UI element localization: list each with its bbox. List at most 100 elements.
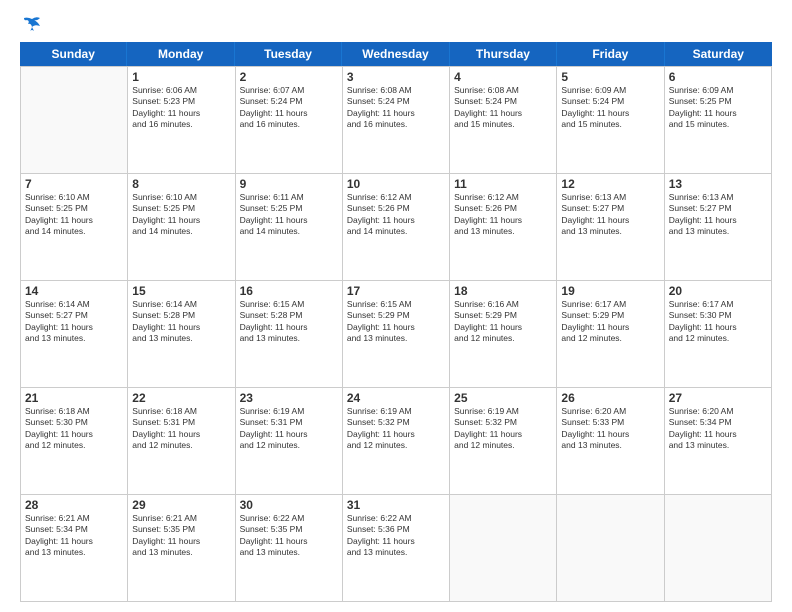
day-info: Sunrise: 6:10 AM Sunset: 5:25 PM Dayligh… [25, 192, 123, 238]
calendar-cell: 30Sunrise: 6:22 AM Sunset: 5:35 PM Dayli… [236, 495, 343, 602]
day-number: 1 [132, 70, 230, 84]
calendar-cell: 21Sunrise: 6:18 AM Sunset: 5:30 PM Dayli… [21, 388, 128, 495]
calendar-row: 1Sunrise: 6:06 AM Sunset: 5:23 PM Daylig… [21, 67, 772, 174]
calendar-cell: 20Sunrise: 6:17 AM Sunset: 5:30 PM Dayli… [665, 281, 772, 388]
day-number: 4 [454, 70, 552, 84]
calendar-cell: 15Sunrise: 6:14 AM Sunset: 5:28 PM Dayli… [128, 281, 235, 388]
day-number: 9 [240, 177, 338, 191]
day-info: Sunrise: 6:07 AM Sunset: 5:24 PM Dayligh… [240, 85, 338, 131]
calendar-row: 7Sunrise: 6:10 AM Sunset: 5:25 PM Daylig… [21, 174, 772, 281]
day-number: 17 [347, 284, 445, 298]
calendar-cell: 7Sunrise: 6:10 AM Sunset: 5:25 PM Daylig… [21, 174, 128, 281]
day-number: 15 [132, 284, 230, 298]
day-info: Sunrise: 6:09 AM Sunset: 5:24 PM Dayligh… [561, 85, 659, 131]
day-info: Sunrise: 6:09 AM Sunset: 5:25 PM Dayligh… [669, 85, 767, 131]
day-info: Sunrise: 6:13 AM Sunset: 5:27 PM Dayligh… [561, 192, 659, 238]
day-info: Sunrise: 6:15 AM Sunset: 5:29 PM Dayligh… [347, 299, 445, 345]
header [20, 16, 772, 32]
day-info: Sunrise: 6:10 AM Sunset: 5:25 PM Dayligh… [132, 192, 230, 238]
calendar-cell: 1Sunrise: 6:06 AM Sunset: 5:23 PM Daylig… [128, 67, 235, 174]
day-info: Sunrise: 6:16 AM Sunset: 5:29 PM Dayligh… [454, 299, 552, 345]
logo [20, 16, 42, 32]
day-info: Sunrise: 6:11 AM Sunset: 5:25 PM Dayligh… [240, 192, 338, 238]
day-info: Sunrise: 6:22 AM Sunset: 5:35 PM Dayligh… [240, 513, 338, 559]
page: SundayMondayTuesdayWednesdayThursdayFrid… [0, 0, 792, 612]
calendar-header: SundayMondayTuesdayWednesdayThursdayFrid… [20, 42, 772, 66]
day-info: Sunrise: 6:15 AM Sunset: 5:28 PM Dayligh… [240, 299, 338, 345]
calendar-cell: 14Sunrise: 6:14 AM Sunset: 5:27 PM Dayli… [21, 281, 128, 388]
day-number: 13 [669, 177, 767, 191]
calendar-header-cell: Friday [557, 42, 664, 66]
calendar-cell [450, 495, 557, 602]
day-info: Sunrise: 6:17 AM Sunset: 5:30 PM Dayligh… [669, 299, 767, 345]
calendar-row: 14Sunrise: 6:14 AM Sunset: 5:27 PM Dayli… [21, 281, 772, 388]
day-info: Sunrise: 6:14 AM Sunset: 5:28 PM Dayligh… [132, 299, 230, 345]
day-number: 27 [669, 391, 767, 405]
calendar-row: 28Sunrise: 6:21 AM Sunset: 5:34 PM Dayli… [21, 495, 772, 602]
calendar-cell: 22Sunrise: 6:18 AM Sunset: 5:31 PM Dayli… [128, 388, 235, 495]
day-number: 18 [454, 284, 552, 298]
day-number: 16 [240, 284, 338, 298]
calendar-cell: 25Sunrise: 6:19 AM Sunset: 5:32 PM Dayli… [450, 388, 557, 495]
calendar-cell: 6Sunrise: 6:09 AM Sunset: 5:25 PM Daylig… [665, 67, 772, 174]
calendar-cell: 27Sunrise: 6:20 AM Sunset: 5:34 PM Dayli… [665, 388, 772, 495]
calendar-header-cell: Monday [127, 42, 234, 66]
calendar-header-cell: Tuesday [235, 42, 342, 66]
day-number: 26 [561, 391, 659, 405]
day-info: Sunrise: 6:22 AM Sunset: 5:36 PM Dayligh… [347, 513, 445, 559]
calendar-cell: 3Sunrise: 6:08 AM Sunset: 5:24 PM Daylig… [343, 67, 450, 174]
day-number: 19 [561, 284, 659, 298]
calendar-cell: 17Sunrise: 6:15 AM Sunset: 5:29 PM Dayli… [343, 281, 450, 388]
day-number: 12 [561, 177, 659, 191]
calendar-header-cell: Saturday [665, 42, 772, 66]
calendar-cell: 23Sunrise: 6:19 AM Sunset: 5:31 PM Dayli… [236, 388, 343, 495]
day-number: 10 [347, 177, 445, 191]
calendar-row: 21Sunrise: 6:18 AM Sunset: 5:30 PM Dayli… [21, 388, 772, 495]
day-info: Sunrise: 6:18 AM Sunset: 5:31 PM Dayligh… [132, 406, 230, 452]
logo-bird-icon [22, 16, 42, 32]
day-info: Sunrise: 6:20 AM Sunset: 5:33 PM Dayligh… [561, 406, 659, 452]
day-info: Sunrise: 6:13 AM Sunset: 5:27 PM Dayligh… [669, 192, 767, 238]
day-info: Sunrise: 6:12 AM Sunset: 5:26 PM Dayligh… [347, 192, 445, 238]
calendar-cell: 31Sunrise: 6:22 AM Sunset: 5:36 PM Dayli… [343, 495, 450, 602]
calendar-cell: 11Sunrise: 6:12 AM Sunset: 5:26 PM Dayli… [450, 174, 557, 281]
calendar-cell: 13Sunrise: 6:13 AM Sunset: 5:27 PM Dayli… [665, 174, 772, 281]
calendar-cell: 10Sunrise: 6:12 AM Sunset: 5:26 PM Dayli… [343, 174, 450, 281]
day-number: 25 [454, 391, 552, 405]
day-info: Sunrise: 6:18 AM Sunset: 5:30 PM Dayligh… [25, 406, 123, 452]
calendar-header-cell: Thursday [450, 42, 557, 66]
day-number: 28 [25, 498, 123, 512]
day-info: Sunrise: 6:08 AM Sunset: 5:24 PM Dayligh… [347, 85, 445, 131]
day-info: Sunrise: 6:12 AM Sunset: 5:26 PM Dayligh… [454, 192, 552, 238]
day-number: 2 [240, 70, 338, 84]
day-info: Sunrise: 6:20 AM Sunset: 5:34 PM Dayligh… [669, 406, 767, 452]
calendar-cell: 18Sunrise: 6:16 AM Sunset: 5:29 PM Dayli… [450, 281, 557, 388]
day-number: 31 [347, 498, 445, 512]
day-number: 5 [561, 70, 659, 84]
calendar-cell [665, 495, 772, 602]
calendar-cell: 19Sunrise: 6:17 AM Sunset: 5:29 PM Dayli… [557, 281, 664, 388]
day-info: Sunrise: 6:06 AM Sunset: 5:23 PM Dayligh… [132, 85, 230, 131]
day-number: 6 [669, 70, 767, 84]
calendar-cell: 24Sunrise: 6:19 AM Sunset: 5:32 PM Dayli… [343, 388, 450, 495]
calendar-cell: 4Sunrise: 6:08 AM Sunset: 5:24 PM Daylig… [450, 67, 557, 174]
calendar-cell [557, 495, 664, 602]
day-info: Sunrise: 6:19 AM Sunset: 5:31 PM Dayligh… [240, 406, 338, 452]
day-number: 30 [240, 498, 338, 512]
calendar-cell: 5Sunrise: 6:09 AM Sunset: 5:24 PM Daylig… [557, 67, 664, 174]
calendar-header-cell: Sunday [20, 42, 127, 66]
calendar-cell: 29Sunrise: 6:21 AM Sunset: 5:35 PM Dayli… [128, 495, 235, 602]
calendar-header-cell: Wednesday [342, 42, 449, 66]
day-info: Sunrise: 6:17 AM Sunset: 5:29 PM Dayligh… [561, 299, 659, 345]
day-info: Sunrise: 6:21 AM Sunset: 5:35 PM Dayligh… [132, 513, 230, 559]
day-number: 8 [132, 177, 230, 191]
day-info: Sunrise: 6:14 AM Sunset: 5:27 PM Dayligh… [25, 299, 123, 345]
day-number: 23 [240, 391, 338, 405]
calendar-cell: 12Sunrise: 6:13 AM Sunset: 5:27 PM Dayli… [557, 174, 664, 281]
day-number: 21 [25, 391, 123, 405]
calendar-cell: 28Sunrise: 6:21 AM Sunset: 5:34 PM Dayli… [21, 495, 128, 602]
day-info: Sunrise: 6:19 AM Sunset: 5:32 PM Dayligh… [454, 406, 552, 452]
calendar-cell [21, 67, 128, 174]
day-number: 22 [132, 391, 230, 405]
day-number: 24 [347, 391, 445, 405]
